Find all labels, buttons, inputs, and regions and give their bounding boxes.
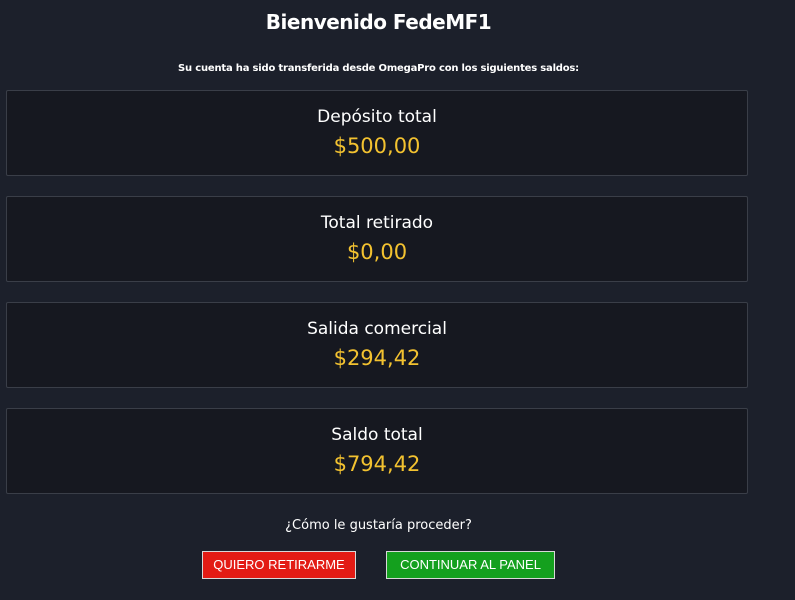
balance-label: Salida comercial [307,319,447,339]
page-title: Bienvenido FedeMF1 [265,10,492,34]
balance-value: $500,00 [333,134,421,158]
balance-card-total-balance: Saldo total $794,42 [6,408,748,494]
balance-label: Total retirado [320,213,434,233]
continue-to-panel-button[interactable]: CONTINUAR AL PANEL [386,551,555,579]
balance-value: $794,42 [333,452,421,476]
balance-value: $294,42 [333,346,421,370]
balance-label: Depósito total [317,107,437,127]
balance-label: Saldo total [331,425,423,445]
balance-card-total-withdrawn: Total retirado $0,00 [6,196,748,282]
withdraw-button[interactable]: QUIERO RETIRARME [202,551,356,579]
balance-value: $0,00 [346,240,408,264]
welcome-screen: Bienvenido FedeMF1 Su cuenta ha sido tra… [0,0,795,600]
balance-card-commercial-output: Salida comercial $294,42 [6,302,748,388]
proceed-question: ¿Cómo le gustaría proceder? [285,518,472,533]
balance-card-total-deposit: Depósito total $500,00 [6,90,748,176]
transfer-notice: Su cuenta ha sido transferida desde Omeg… [178,63,579,74]
